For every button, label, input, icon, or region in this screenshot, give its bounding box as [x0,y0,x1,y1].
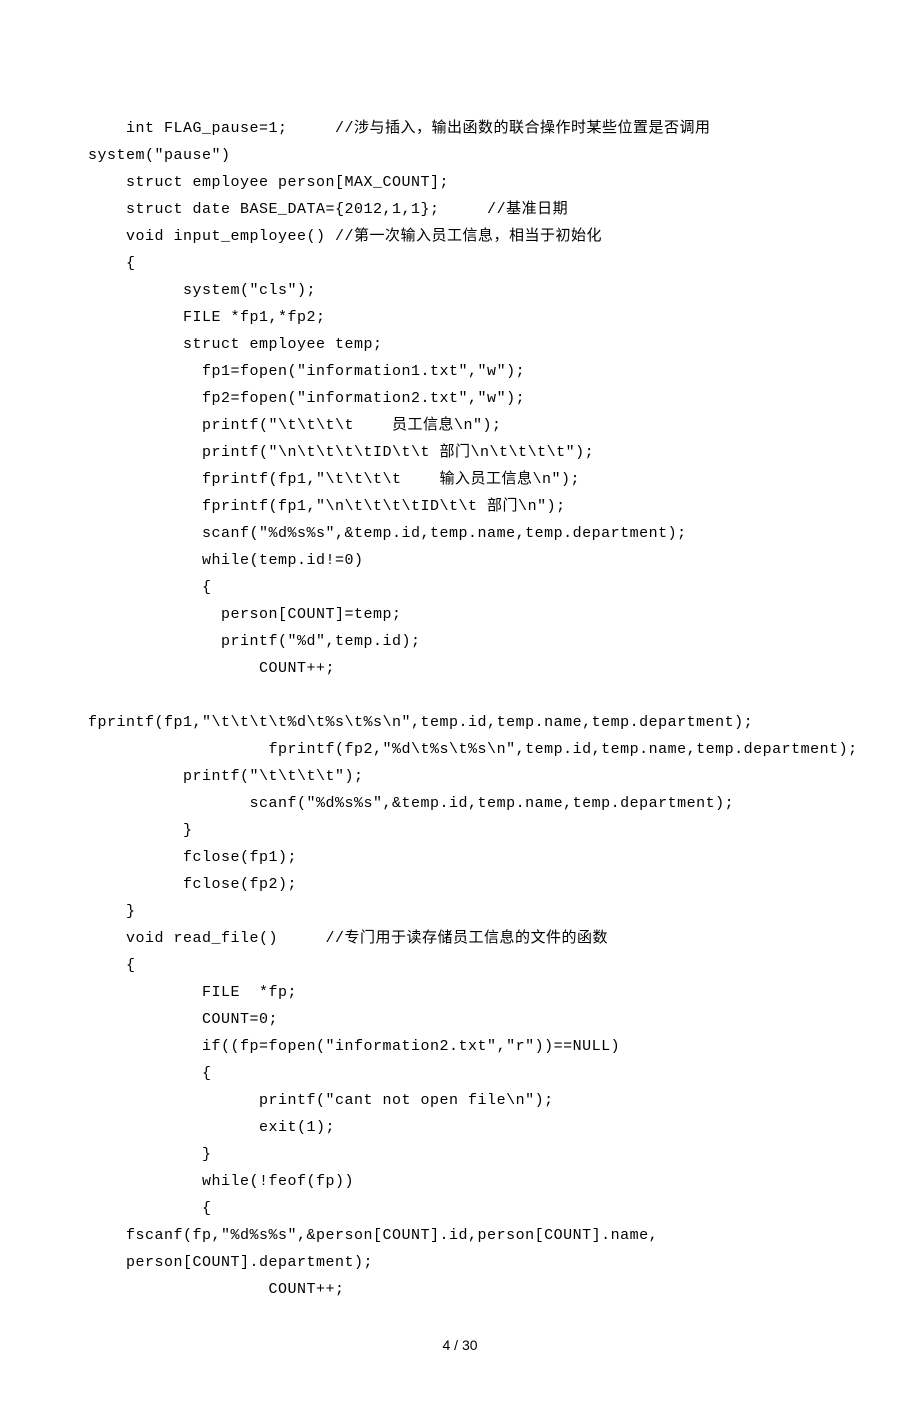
code-line: COUNT=0; [88,1006,832,1033]
code-line: while(!feof(fp)) [88,1168,832,1195]
code-line: } [88,1141,832,1168]
code-line: fscanf(fp,"%d%s%s",&person[COUNT].id,per… [88,1222,832,1249]
code-line: if((fp=fopen("information2.txt","r"))==N… [88,1033,832,1060]
document-page: int FLAG_pause=1; //涉与插入，输出函数的联合操作时某些位置是… [0,0,920,1418]
code-line: COUNT++; [88,1276,832,1303]
code-line: { [88,250,832,277]
code-line: fclose(fp2); [88,871,832,898]
code-line: } [88,898,832,925]
code-line: fprintf(fp1,"\t\t\t\t%d\t%s\t%s\n",temp.… [88,709,832,736]
code-line: fprintf(fp2,"%d\t%s\t%s\n",temp.id,temp.… [88,736,832,763]
code-line: fp1=fopen("information1.txt","w"); [88,358,832,385]
code-line: { [88,1060,832,1087]
code-line: { [88,952,832,979]
code-line: struct employee person[MAX_COUNT]; [88,169,832,196]
code-line: COUNT++; [88,655,832,682]
code-line: scanf("%d%s%s",&temp.id,temp.name,temp.d… [88,790,832,817]
code-block: int FLAG_pause=1; //涉与插入，输出函数的联合操作时某些位置是… [88,115,832,1303]
code-line: struct date BASE_DATA={2012,1,1}; //基准日期 [88,196,832,223]
code-line: fp2=fopen("information2.txt","w"); [88,385,832,412]
code-line: system("pause") [88,142,832,169]
code-line: void input_employee() //第一次输入员工信息，相当于初始化 [88,223,832,250]
code-line: person[COUNT].department); [88,1249,832,1276]
code-line: while(temp.id!=0) [88,547,832,574]
code-line: fclose(fp1); [88,844,832,871]
code-line: scanf("%d%s%s",&temp.id,temp.name,temp.d… [88,520,832,547]
code-line: printf("\t\t\t\t 员工信息\n"); [88,412,832,439]
code-line: FILE *fp1,*fp2; [88,304,832,331]
code-line: struct employee temp; [88,331,832,358]
code-line: void read_file() //专门用于读存储员工信息的文件的函数 [88,925,832,952]
code-line [88,682,832,709]
code-line: system("cls"); [88,277,832,304]
code-line: printf("cant not open file\n"); [88,1087,832,1114]
code-line: } [88,817,832,844]
code-line: { [88,1195,832,1222]
page-number: 4 / 30 [88,1333,832,1358]
code-line: FILE *fp; [88,979,832,1006]
code-line: { [88,574,832,601]
code-line: person[COUNT]=temp; [88,601,832,628]
code-line: exit(1); [88,1114,832,1141]
code-line: printf("\n\t\t\t\tID\t\t 部门\n\t\t\t\t"); [88,439,832,466]
code-line: fprintf(fp1,"\n\t\t\t\tID\t\t 部门\n"); [88,493,832,520]
code-line: fprintf(fp1,"\t\t\t\t 输入员工信息\n"); [88,466,832,493]
code-line: printf("\t\t\t\t"); [88,763,832,790]
code-line: int FLAG_pause=1; //涉与插入，输出函数的联合操作时某些位置是… [88,115,832,142]
code-line: printf("%d",temp.id); [88,628,832,655]
